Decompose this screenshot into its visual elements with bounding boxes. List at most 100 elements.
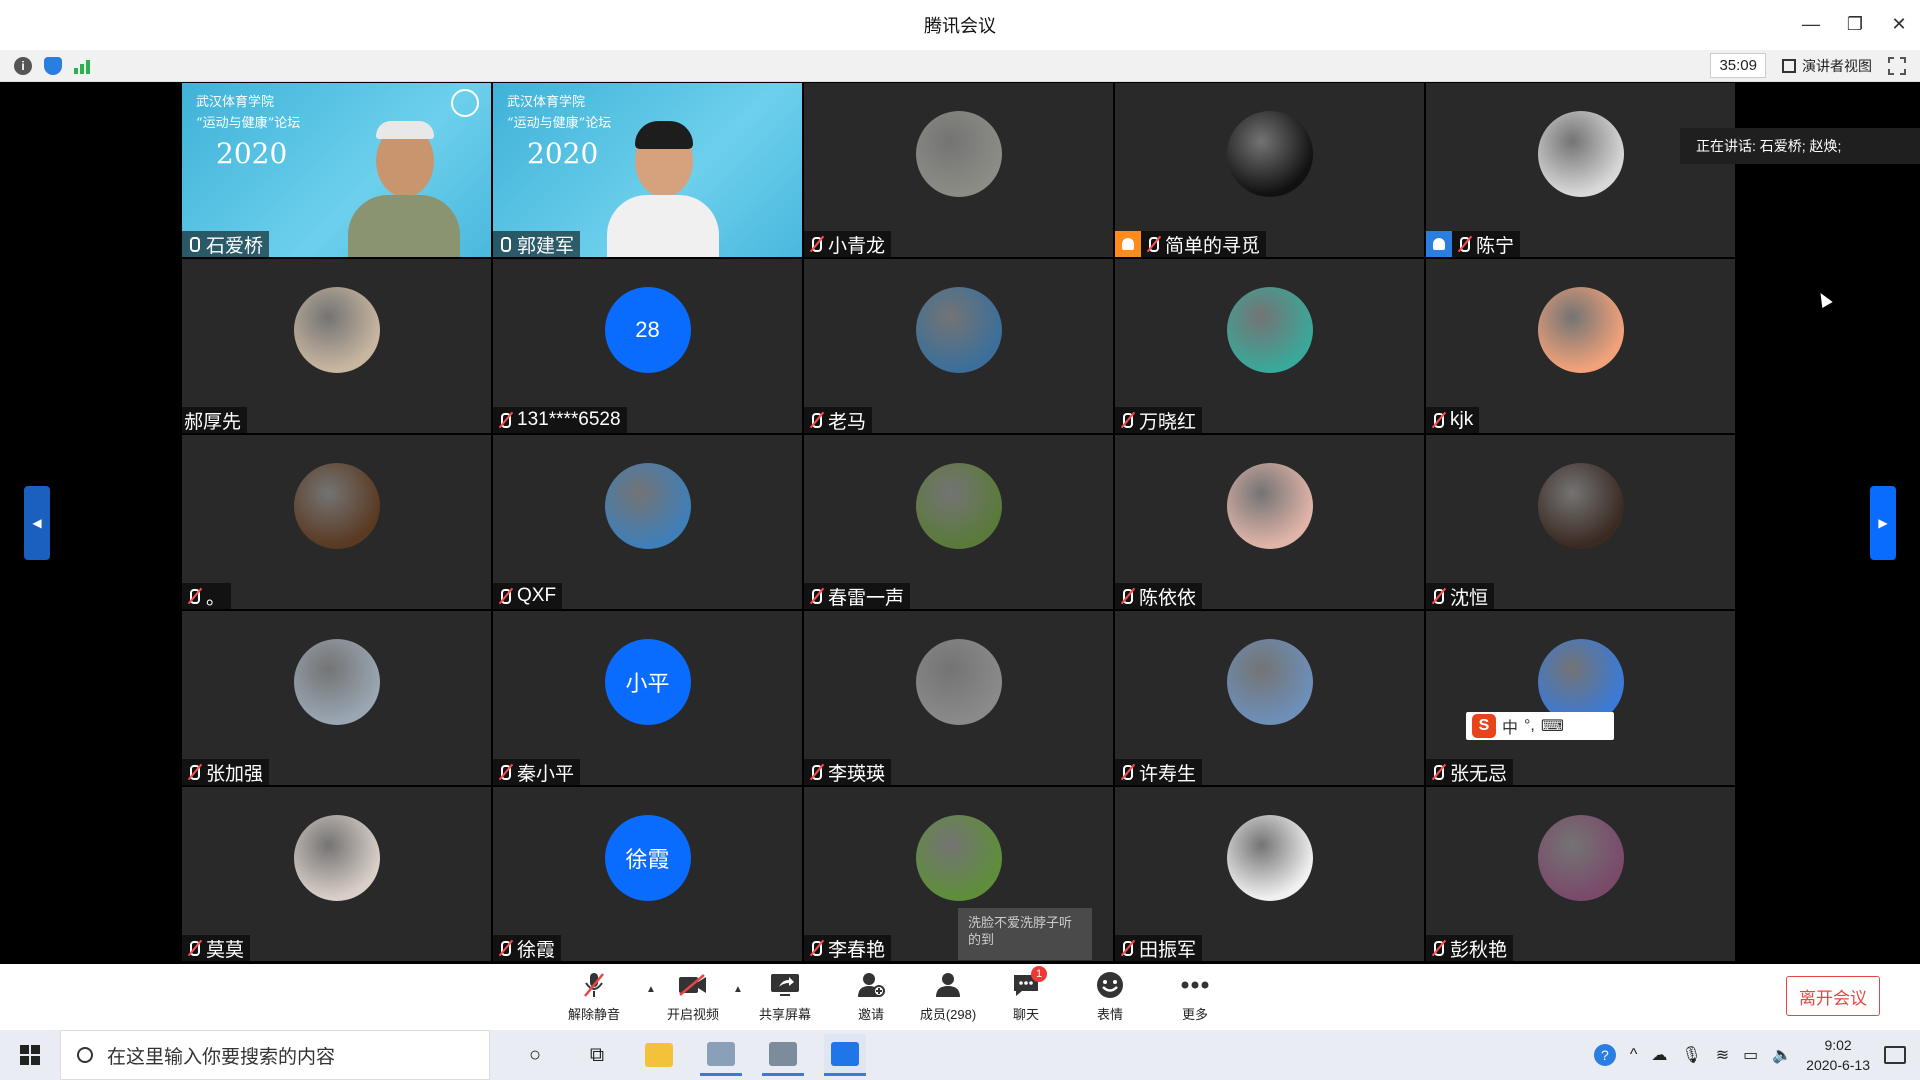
taskbar-clock[interactable]: 9:02 2020-6-13 [1806,1035,1870,1075]
participant-name: 131****6528 [517,409,621,430]
camera-app-icon[interactable] [700,1034,742,1076]
unmute-button[interactable]: 解除静音 [554,970,634,1023]
members-button[interactable]: 成员(298) [908,970,988,1023]
more-button[interactable]: 更多 [1155,970,1235,1023]
video-off-icon [678,970,708,1000]
muted-mic-icon [1430,586,1448,606]
video-options-caret-icon[interactable]: ▲ [733,984,743,995]
share-screen-button[interactable]: 共享屏幕 [745,970,825,1023]
participant-tile[interactable]: 张加强 [182,611,491,785]
participant-tile[interactable]: 许寿生 [1115,611,1424,785]
microphone-icon[interactable]: 🎙 [1681,1045,1701,1065]
keyboard-icon[interactable]: ⌨ [1541,716,1564,736]
participant-tile[interactable]: 小平 秦小平 [493,611,802,785]
info-icon[interactable]: i [14,56,32,75]
participant-tile[interactable]: 老马 [804,259,1113,433]
chat-button[interactable]: 1 聊天 [986,966,1066,1023]
participant-name: 石爱桥 [206,235,264,257]
participant-avatar [1537,815,1624,901]
participant-tile[interactable]: 徐霞 徐霞 [493,787,802,961]
participant-name: 万晓红 [1139,411,1197,433]
share-screen-label: 共享屏幕 [758,1007,811,1022]
participant-name: 李瑛瑛 [828,763,886,785]
participant-name-label: 张加强 [182,759,270,785]
participant-grid: 武汉体育学院 “运动与健康”论坛 2020 石爱桥 武汉体育学院 “运动与健康”… [182,83,1737,963]
participant-tile[interactable]: 田振军 [1115,787,1424,961]
participant-tile[interactable]: 武汉体育学院 “运动与健康”论坛 2020 郭建军 [493,83,802,257]
participant-tile[interactable]: 李瑛瑛 [804,611,1113,785]
speaker-video [342,107,462,257]
wifi-icon[interactable]: ≋ [1716,1045,1729,1065]
search-placeholder: 在这里输入你要搜索的内容 [107,1046,336,1068]
chat-message-popup[interactable]: 洗脸不爱洗脖子听的到 [958,908,1092,960]
mouse-cursor-icon [1815,289,1833,309]
signal-icon[interactable] [74,58,90,74]
participant-tile[interactable]: 武汉体育学院 “运动与健康”论坛 2020 石爱桥 [182,83,491,257]
participant-tile[interactable]: 彭秋艳 [1426,787,1735,961]
previous-page-button[interactable]: ◀ [24,486,50,560]
add-user-icon [856,970,886,1000]
close-button[interactable]: ✕ [1888,10,1910,38]
battery-icon[interactable]: ▭ [1743,1045,1758,1065]
restore-button[interactable]: ❐ [1844,10,1866,38]
muted-mic-icon [808,762,826,782]
next-page-button[interactable]: ▶ [1870,486,1896,560]
start-video-button[interactable]: 开启视频 [653,970,733,1023]
ime-punctuation[interactable]: °, [1524,717,1535,735]
start-button[interactable] [0,1030,60,1080]
participant-name-label: 郭建军 [493,231,581,257]
participant-tile[interactable]: 陈宁 [1426,83,1735,257]
fullscreen-icon[interactable] [1888,56,1906,75]
participant-tile[interactable]: kjk [1426,259,1735,433]
participant-name-label: 田振军 [1115,935,1203,961]
ime-toolbar[interactable]: S 中 °, ⌨ [1466,712,1614,740]
ime-mode[interactable]: 中 [1502,714,1518,738]
participant-name: 陈宁 [1476,235,1515,257]
shield-icon[interactable] [44,56,62,75]
participant-tile[interactable]: 沈恒 [1426,435,1735,609]
participant-name: 春雷一声 [828,587,905,609]
file-explorer-icon[interactable] [638,1034,680,1076]
notifications-icon[interactable] [1884,1046,1906,1064]
participant-name-label: 郝厚先 [182,407,248,433]
participant-name: QXF [517,585,557,606]
emoji-icon [1095,970,1125,1000]
volume-icon[interactable]: 🔈 [1772,1045,1792,1065]
participant-avatar [915,639,1002,725]
participant-name-label: 沈恒 [1426,583,1495,609]
participant-tile[interactable]: QXF [493,435,802,609]
participant-avatar [293,639,380,725]
emoji-button[interactable]: 表情 [1070,970,1150,1023]
participant-tile[interactable]: 简单的寻觅 [1115,83,1424,257]
layout-icon [1782,58,1796,73]
participant-tile[interactable]: 28 131****6528 [493,259,802,433]
invite-button[interactable]: 邀请 [831,970,911,1023]
cloud-icon[interactable]: ☁ [1651,1045,1667,1065]
participant-tile[interactable]: 郝厚先 [182,259,491,433]
cortana-icon[interactable]: ○ [514,1034,556,1076]
speaker-view-button[interactable]: 演讲者视图 [1776,52,1878,80]
members-icon [933,970,963,1000]
participant-name: 郝厚先 [184,411,242,433]
participant-tile[interactable]: 。 [182,435,491,609]
taskbar-apps: ○ ⧉ [514,1034,866,1076]
minimize-button[interactable]: — [1800,10,1822,38]
muted-mic-icon [808,586,826,606]
participant-name: 陈依依 [1139,587,1197,609]
participant-tile[interactable]: 张无忌 [1426,611,1735,785]
muted-mic-icon [1119,410,1137,430]
chevron-up-icon[interactable]: ^ [1630,1046,1638,1064]
participant-avatar [1226,815,1313,901]
participant-tile[interactable]: 小青龙 [804,83,1113,257]
taskbar-search-box[interactable]: 在这里输入你要搜索的内容 [60,1030,490,1080]
leave-meeting-button[interactable]: 离开会议 [1786,976,1880,1016]
participant-tile[interactable]: 陈依依 [1115,435,1424,609]
help-icon[interactable]: ? [1593,1044,1616,1066]
participant-tile[interactable]: 春雷一声 [804,435,1113,609]
participant-name: 莫莫 [206,939,245,961]
participant-tile[interactable]: 万晓红 [1115,259,1424,433]
tencent-meeting-taskbar-icon[interactable] [824,1034,866,1076]
participant-tile[interactable]: 莫莫 [182,787,491,961]
task-view-icon[interactable]: ⧉ [576,1034,618,1076]
video-app-icon[interactable] [762,1034,804,1076]
